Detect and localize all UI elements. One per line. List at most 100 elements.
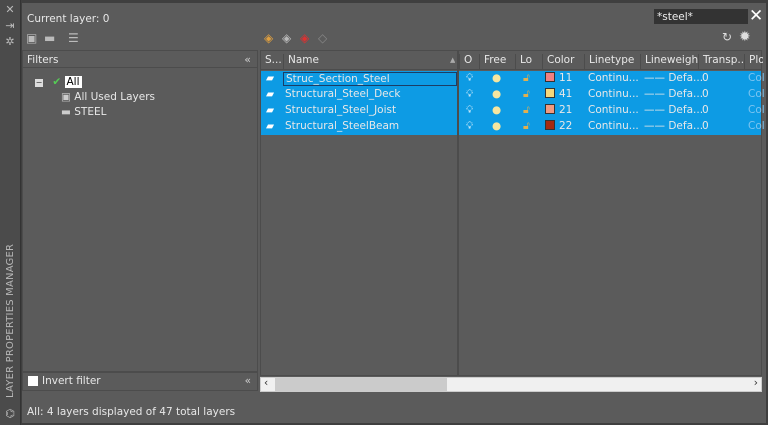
auto-hide-icon[interactable]: ⇥ (4, 19, 16, 32)
plot-style[interactable]: Col (748, 72, 765, 84)
color-swatch (545, 88, 555, 98)
filter-all[interactable]: All (64, 76, 82, 88)
invert-filter-label: Invert filter (42, 375, 101, 387)
col-lock[interactable]: Lo (515, 54, 542, 70)
layer-row[interactable]: ▰ Structural_Steel_Deck 💡︎ ● 🔓︎ 41 Continu... —… (261, 87, 765, 103)
linetype[interactable]: Continu... (588, 88, 639, 100)
plot-style[interactable]: Col (748, 88, 765, 100)
invert-filter-row: Invert filter « (22, 372, 258, 391)
color-number: 21 (559, 104, 573, 116)
layer-name[interactable]: Structural_Steel_Joist (283, 104, 457, 116)
lightbulb-on-icon[interactable]: 💡︎ (466, 104, 473, 117)
layer-name[interactable]: Struc_Section_Steel (283, 72, 457, 86)
layer-status-icon: ▰ (266, 104, 275, 116)
search-input[interactable] (654, 9, 748, 24)
col-name[interactable]: Name (283, 54, 457, 70)
collapse-filters-icon[interactable]: « (244, 53, 251, 66)
lineweight-value: Defa... (668, 88, 704, 100)
scroll-left-icon[interactable]: ‹ (264, 377, 268, 389)
lineweight-value: Defa... (668, 120, 704, 132)
invert-filter-checkbox[interactable] (28, 376, 38, 386)
sun-thaw-icon[interactable]: ● (492, 72, 501, 84)
filters-panel: Filters « − ✔ All ▣ All Used Layers ▬ ST… (22, 50, 258, 372)
delete-layer-icon[interactable]: ◈ (300, 31, 309, 45)
transparency[interactable]: 0 (702, 104, 709, 116)
linetype[interactable]: Continu... (588, 72, 639, 84)
color-cell[interactable]: 21 (545, 104, 572, 116)
layer-grid: S... Name ▲ O Free Lo Color Linetype Lin… (260, 50, 765, 376)
transparency[interactable]: 0 (702, 72, 709, 84)
col-plot-style[interactable]: Plo (744, 54, 763, 70)
col-color[interactable]: Color (542, 54, 584, 70)
lineweight-value: Defa... (668, 104, 704, 116)
col-on[interactable]: O (459, 54, 479, 70)
layer-name[interactable]: Structural_SteelBeam (283, 120, 457, 132)
color-swatch (545, 120, 555, 130)
transparency[interactable]: 0 (702, 120, 709, 132)
unlock-icon[interactable]: 🔓︎ (523, 88, 530, 101)
new-layer-icon[interactable]: ◈ (264, 31, 273, 45)
transparency[interactable]: 0 (702, 88, 709, 100)
filter-folder-icon: ▣ (61, 91, 71, 103)
color-cell[interactable]: 11 (545, 72, 572, 84)
grid-splitter[interactable] (457, 51, 459, 375)
linetype[interactable]: Continu... (588, 104, 639, 116)
tree-collapse-icon[interactable]: − (35, 79, 43, 87)
col-lineweight[interactable]: Lineweight (640, 54, 698, 70)
current-layer-label: Current layer: 0 (27, 13, 110, 25)
filter-steel[interactable]: STEEL (74, 106, 106, 118)
scrollbar-thumb[interactable] (275, 378, 447, 391)
unlock-icon[interactable]: 🔓︎ (523, 104, 530, 117)
unlock-icon[interactable]: 🔓︎ (523, 120, 530, 133)
sort-arrow-icon: ▲ (450, 56, 456, 64)
set-current-icon[interactable]: ◇ (318, 31, 327, 45)
sun-thaw-icon[interactable]: ● (492, 88, 501, 100)
color-cell[interactable]: 41 (545, 88, 572, 100)
layer-name[interactable]: Structural_Steel_Deck (283, 88, 457, 100)
lineweight[interactable]: —— Defa... (644, 104, 703, 116)
plot-style[interactable]: Col (748, 120, 765, 132)
settings-gear-icon[interactable]: ✹ (739, 29, 751, 45)
color-number: 11 (559, 72, 573, 84)
properties-icon[interactable]: ✲ (4, 35, 16, 48)
sun-thaw-icon[interactable]: ● (492, 120, 501, 132)
linetype[interactable]: Continu... (588, 120, 639, 132)
layer-states-icon[interactable]: ☰ (68, 31, 79, 45)
lineweight[interactable]: —— Defa... (644, 72, 703, 84)
status-text: All: 4 layers displayed of 47 total laye… (27, 406, 236, 418)
layer-manager: Current layer: 0 ✕ ▣ ▬ ☰ ◈ ◈ ◈ ◇ ↻ ✹ Fil… (22, 3, 766, 423)
col-linetype[interactable]: Linetype (584, 54, 640, 70)
new-layer-vp-frozen-icon[interactable]: ◈ (282, 31, 291, 45)
scroll-right-icon[interactable]: › (754, 377, 758, 389)
sun-thaw-icon[interactable]: ● (492, 104, 501, 116)
color-cell[interactable]: 22 (545, 120, 572, 132)
col-status[interactable]: S... (261, 54, 283, 70)
col-transparency[interactable]: Transp... (698, 54, 744, 70)
color-number: 22 (559, 120, 573, 132)
filters-header: Filters (23, 51, 257, 68)
layer-row[interactable]: ▰ Structural_SteelBeam 💡︎ ● 🔓︎ 22 Continu... ——… (261, 119, 765, 135)
refresh-icon[interactable]: ↻ (722, 30, 732, 44)
close-icon[interactable]: ✕ (4, 3, 16, 16)
layer-row[interactable]: ▰ Struc_Section_Steel 💡︎ ● 🔓︎ 11 Continu... —— … (261, 71, 765, 87)
unlock-icon[interactable]: 🔓︎ (523, 72, 530, 85)
new-property-filter-icon[interactable]: ▣ (26, 31, 37, 45)
lightbulb-on-icon[interactable]: 💡︎ (466, 72, 473, 85)
color-swatch (545, 72, 555, 82)
new-group-filter-icon[interactable]: ▬ (44, 31, 55, 45)
lineweight[interactable]: —— Defa... (644, 120, 703, 132)
lightbulb-on-icon[interactable]: 💡︎ (466, 88, 473, 101)
folder-icon: ▬ (61, 106, 71, 118)
clear-search-icon[interactable]: ✕ (749, 6, 763, 26)
plot-style[interactable]: Col (748, 104, 765, 116)
lineweight[interactable]: —— Defa... (644, 88, 703, 100)
horizontal-scrollbar[interactable]: ‹ › (260, 377, 762, 392)
layer-status-icon: ▰ (266, 72, 275, 84)
col-freeze[interactable]: Free (479, 54, 515, 70)
lightbulb-on-icon[interactable]: 💡︎ (466, 120, 473, 133)
filter-all-used-layers[interactable]: All Used Layers (74, 91, 155, 103)
layer-row[interactable]: ▰ Structural_Steel_Joist 💡︎ ● 🔓︎ 21 Continu...… (261, 103, 765, 119)
collapse-filters-bottom-icon[interactable]: « (245, 375, 251, 387)
layer-status-icon: ▰ (266, 88, 275, 100)
color-number: 41 (559, 88, 573, 100)
